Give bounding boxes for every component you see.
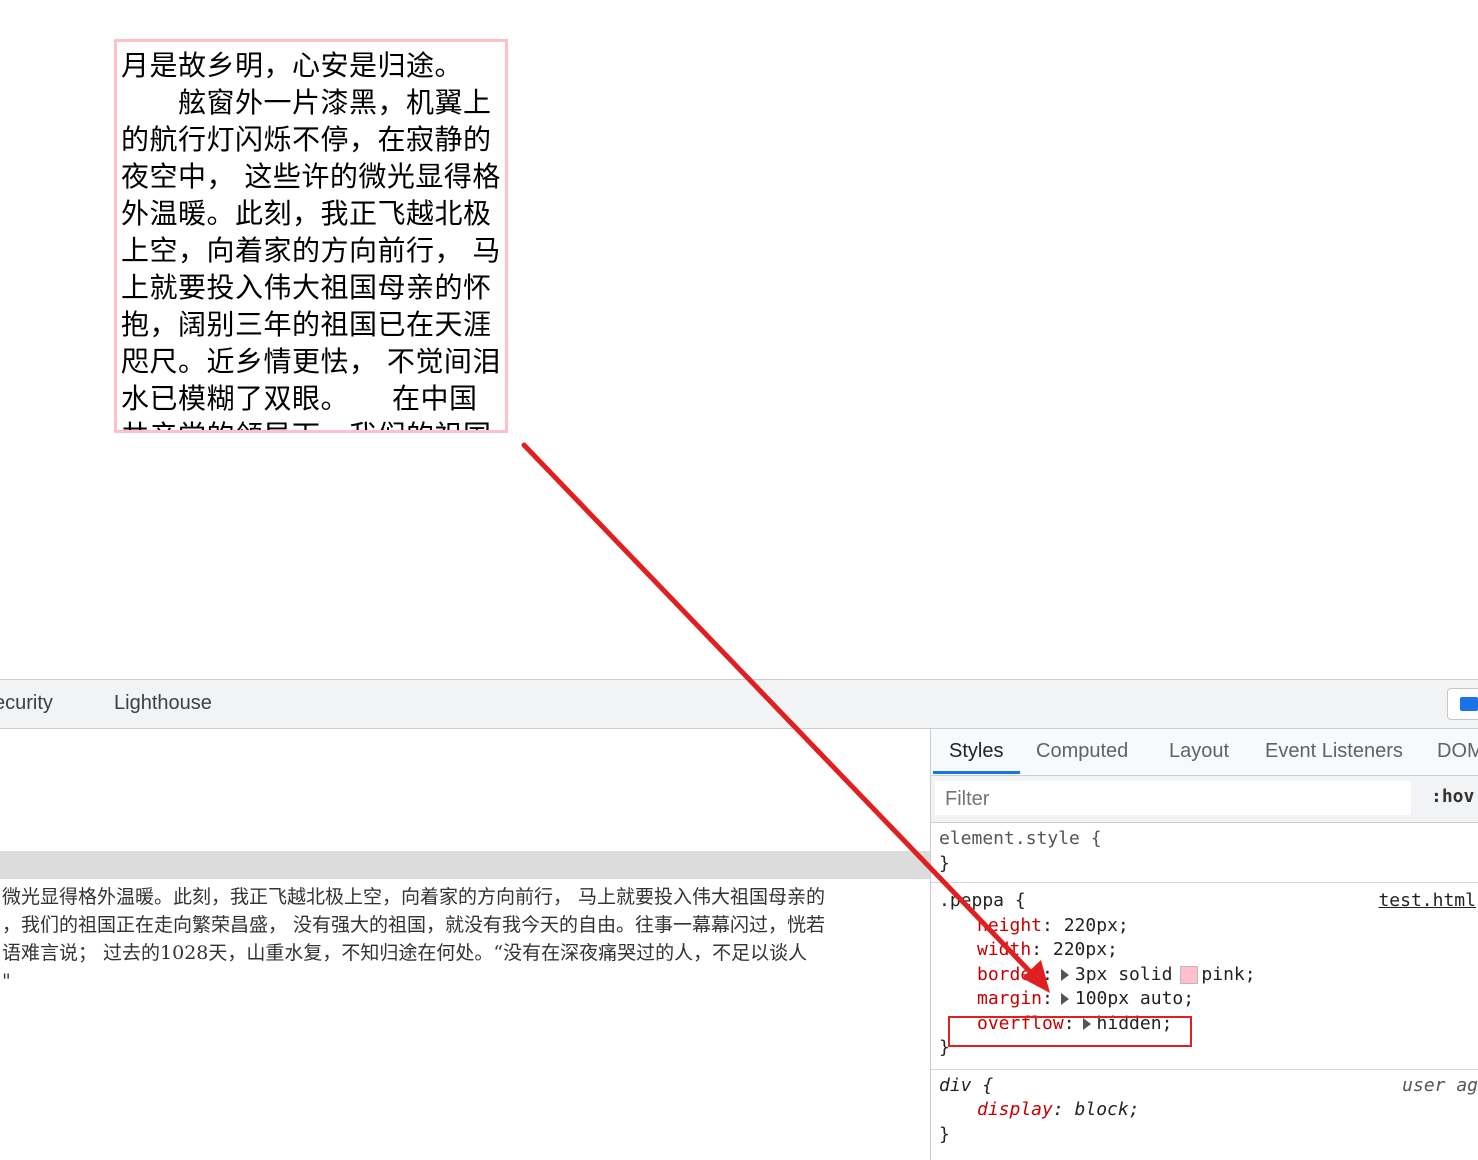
prop-name: display — [977, 1099, 1053, 1120]
prop-value[interactable]: 100px auto; — [1075, 988, 1194, 1009]
annotation-highlight-box — [948, 1016, 1192, 1047]
expand-triangle-icon[interactable] — [1060, 968, 1069, 981]
elements-pane: 微光显得格外温暖。此刻，我正飞越北极上空，向着家的方向前行， 马上就要投入伟大祖… — [0, 729, 930, 1160]
selected-dom-row[interactable] — [0, 851, 930, 879]
style-rules: element.style { } .peppa { test.html hei… — [931, 823, 1478, 1151]
subtab-dom[interactable]: DOM — [1437, 740, 1478, 763]
subtab-layout[interactable]: Layout — [1169, 740, 1229, 763]
filter-input[interactable] — [943, 787, 1407, 812]
color-swatch-icon[interactable] — [1180, 965, 1199, 984]
message-icon — [1460, 697, 1478, 711]
expand-triangle-icon[interactable] — [1060, 993, 1069, 1005]
tab-lighthouse[interactable]: Lighthouse — [114, 692, 212, 715]
dom-text-line: ，我们的祖国正在走向繁荣昌盛， 没有强大的祖国，就没有我今天的自由。往事一幕幕闪… — [2, 914, 826, 936]
subtab-event-listeners[interactable]: Event Listeners — [1265, 740, 1403, 763]
rule-selector[interactable]: element.style { — [939, 827, 1478, 852]
rule-selector[interactable]: .peppa { — [939, 890, 1026, 911]
dom-text-node[interactable]: 微光显得格外温暖。此刻，我正飞越北极上空，向着家的方向前行， 马上就要投入伟大祖… — [0, 883, 930, 995]
rule-close: } — [939, 1123, 950, 1145]
filter-box — [935, 781, 1411, 815]
dom-text-line: 语难言说； 过去的1028天，山重水复，不知归途在何处。“没有在深夜痛哭过的人，… — [2, 942, 808, 964]
prop-value[interactable]: 3px solid — [1075, 964, 1173, 985]
rule-selector[interactable]: div { — [939, 1075, 993, 1096]
user-agent-label: user ag — [1402, 1074, 1478, 1096]
subtab-styles[interactable]: Styles — [949, 740, 1003, 763]
prop-name[interactable]: height — [977, 915, 1042, 936]
styles-pane: Styles Computed Layout Event Listeners D… — [931, 729, 1478, 1160]
prop-name[interactable]: border — [977, 964, 1042, 985]
dom-text-line: " — [2, 970, 11, 992]
rule-close: } — [939, 852, 950, 874]
dom-text-line: 微光显得格外温暖。此刻，我正飞越北极上空，向着家的方向前行， 马上就要投入伟大祖… — [2, 886, 826, 908]
prop-name[interactable]: width — [977, 939, 1031, 960]
prop-color-name[interactable]: pink; — [1201, 964, 1255, 985]
active-tab-indicator — [933, 771, 1020, 774]
issues-button[interactable] — [1447, 688, 1478, 720]
tab-security[interactable]: ecurity — [0, 692, 53, 715]
subtab-computed[interactable]: Computed — [1036, 740, 1128, 763]
css-declaration[interactable]: height: 220px; — [939, 914, 1478, 939]
prop-name[interactable]: margin — [977, 988, 1042, 1009]
css-declaration[interactable]: margin: 100px auto; — [939, 987, 1478, 1012]
devtools-panel: ecurity Lighthouse 微光显得格外温暖。此刻，我正飞越北极上空，… — [0, 679, 1478, 1160]
devtools-tabbar: ecurity Lighthouse — [0, 680, 1478, 729]
rule-source-link[interactable]: test.html — [1378, 889, 1476, 914]
rule-element-style: element.style { } — [931, 823, 1478, 883]
peppa-box: 月是故乡明，心安是归途。 舷窗外一片漆黑，机翼上的航行灯闪烁不停，在寂静的夜空中… — [114, 39, 508, 433]
css-declaration[interactable]: width: 220px; — [939, 938, 1478, 963]
styles-subtabs: Styles Computed Layout Event Listeners D… — [931, 729, 1478, 776]
rule-div: div { user ag display: block; } — [931, 1070, 1478, 1152]
prop-value[interactable]: 220px; — [1064, 915, 1129, 936]
css-declaration[interactable]: display: block; — [939, 1098, 1478, 1123]
prop-value: block; — [1074, 1099, 1140, 1120]
prop-value[interactable]: 220px; — [1053, 939, 1118, 960]
peppa-text: 月是故乡明，心安是归途。 舷窗外一片漆黑，机翼上的航行灯闪烁不停，在寂静的夜空中… — [121, 49, 501, 430]
filter-row: :hov — [931, 776, 1478, 823]
css-declaration[interactable]: border: 3px solid pink; — [939, 963, 1478, 988]
hov-toggle[interactable]: :hov — [1431, 786, 1474, 807]
